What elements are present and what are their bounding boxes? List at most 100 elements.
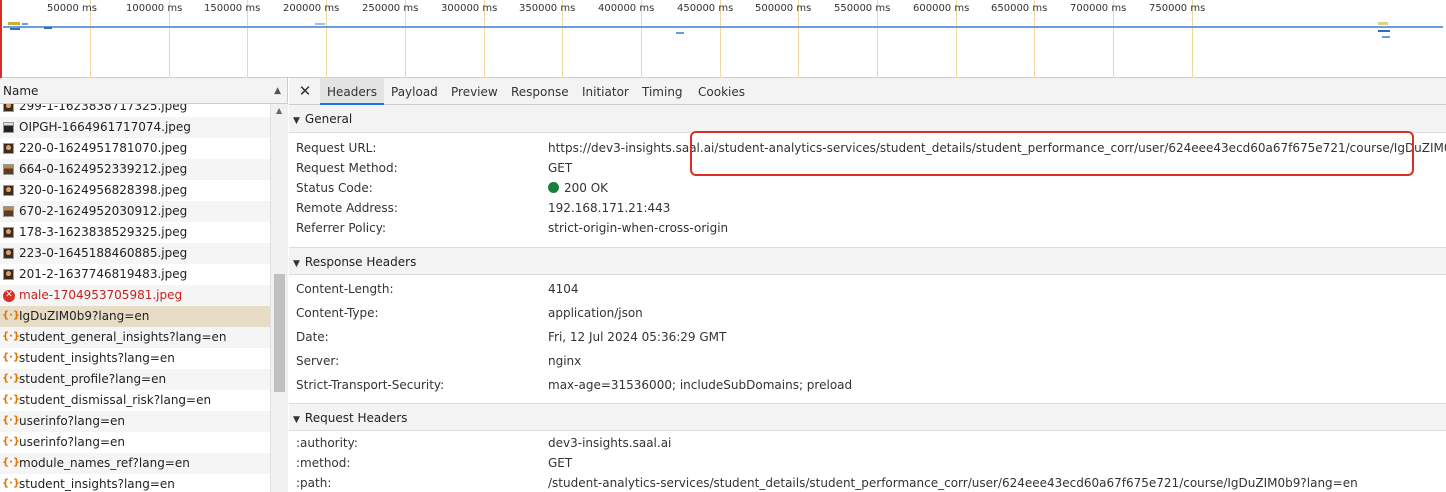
header-value[interactable]: nginx bbox=[548, 349, 581, 373]
tab-cookies[interactable]: Cookies bbox=[691, 78, 752, 105]
request-list-item[interactable]: 664-0-1624952339212.jpeg bbox=[0, 159, 270, 180]
request-list-item[interactable]: {·} module_names_ref?lang=en bbox=[0, 453, 270, 474]
fetch-request-icon: {·} bbox=[2, 415, 21, 426]
expand-triangle-icon: ▼ bbox=[293, 415, 300, 425]
header-name: Server: bbox=[296, 354, 340, 368]
request-list-item[interactable]: {·} student_insights?lang=en bbox=[0, 348, 270, 369]
request-list-scrollbar[interactable]: ▲ bbox=[270, 104, 288, 492]
image-thumbnail-icon bbox=[3, 206, 14, 217]
tab-response[interactable]: Response bbox=[504, 78, 576, 105]
request-list-item[interactable]: 220-0-1624951781070.jpeg bbox=[0, 138, 270, 159]
fetch-request-icon: {·} bbox=[2, 478, 21, 489]
fetch-request-icon: {·} bbox=[2, 457, 21, 468]
timeline-bars bbox=[3, 22, 1443, 38]
header-name: :path: bbox=[296, 476, 332, 490]
request-name: student_insights?lang=en bbox=[19, 477, 175, 491]
request-name: student_profile?lang=en bbox=[19, 372, 167, 386]
request-url-value[interactable]: https://dev3-insights.saal.ai/student-an… bbox=[548, 138, 1446, 158]
header-value[interactable]: GET bbox=[548, 453, 572, 473]
details-tabbar: ✕ Headers Payload Preview Response Initi… bbox=[289, 78, 1446, 105]
request-name: male-1704953705981.jpeg bbox=[19, 288, 183, 302]
image-thumbnail-icon bbox=[3, 227, 14, 238]
request-name: 223-0-1645188460885.jpeg bbox=[19, 246, 188, 260]
response-headers-section-header[interactable]: ▼ Response Headers bbox=[289, 247, 1446, 275]
remote-address-value[interactable]: 192.168.171.21:443 bbox=[548, 198, 670, 218]
request-name: student_insights?lang=en bbox=[19, 351, 175, 365]
request-list-item[interactable]: {·} userinfo?lang=en bbox=[0, 432, 270, 453]
tab-headers[interactable]: Headers bbox=[320, 78, 384, 105]
request-name: 320-0-1624956828398.jpeg bbox=[19, 183, 188, 197]
fetch-request-icon: {·} bbox=[2, 394, 21, 405]
close-icon[interactable]: ✕ bbox=[297, 82, 313, 100]
request-list-item[interactable]: {·} IgDuZIM0b9?lang=en bbox=[0, 306, 270, 327]
header-row: :method: GET bbox=[289, 453, 1446, 473]
header-value[interactable]: max-age=31536000; includeSubDomains; pre… bbox=[548, 373, 852, 397]
name-column-label: Name bbox=[3, 84, 39, 98]
request-list-item[interactable]: 201-2-1637746819483.jpeg bbox=[0, 264, 270, 285]
status-code-label: Status Code: bbox=[296, 181, 373, 195]
request-name: module_names_ref?lang=en bbox=[19, 456, 190, 470]
header-value[interactable]: application/json bbox=[548, 301, 643, 325]
request-name: student_general_insights?lang=en bbox=[19, 330, 227, 344]
request-list-item[interactable]: 223-0-1645188460885.jpeg bbox=[0, 243, 270, 264]
header-name: Content-Length: bbox=[296, 282, 394, 296]
scrollbar-thumb[interactable] bbox=[274, 274, 285, 392]
request-headers-title: Request Headers bbox=[304, 411, 408, 425]
request-list-item[interactable]: {·} student_insights?lang=en bbox=[0, 474, 270, 492]
request-method-row: Request Method: GET bbox=[289, 158, 1446, 178]
header-value[interactable]: Fri, 12 Jul 2024 05:36:29 GMT bbox=[548, 325, 726, 349]
tab-initiator[interactable]: Initiator bbox=[575, 78, 636, 105]
request-list-item[interactable]: 670-2-1624952030912.jpeg bbox=[0, 201, 270, 222]
request-list-item[interactable]: 299-1-1623838717325.jpeg bbox=[0, 104, 270, 117]
header-row: :authority: dev3-insights.saal.ai bbox=[289, 433, 1446, 453]
header-row: Content-Length: 4104 bbox=[289, 277, 1446, 301]
header-value[interactable]: 4104 bbox=[548, 277, 579, 301]
fetch-request-icon: {·} bbox=[2, 310, 21, 321]
tab-timing[interactable]: Timing bbox=[635, 78, 690, 105]
sort-ascending-icon[interactable]: ▲ bbox=[274, 78, 281, 104]
response-headers-title: Response Headers bbox=[304, 255, 417, 269]
expand-triangle-icon: ▼ bbox=[293, 259, 300, 269]
remote-address-label: Remote Address: bbox=[296, 201, 398, 215]
request-list-item[interactable]: {·} userinfo?lang=en bbox=[0, 411, 270, 432]
expand-triangle-icon: ▼ bbox=[293, 116, 300, 126]
request-name: 664-0-1624952339212.jpeg bbox=[19, 162, 188, 176]
name-column-header[interactable]: Name ▲ bbox=[0, 78, 287, 104]
remote-address-row: Remote Address: 192.168.171.21:443 bbox=[289, 198, 1446, 218]
request-list-item[interactable]: {·} student_general_insights?lang=en bbox=[0, 327, 270, 348]
request-list-item[interactable]: ✕ male-1704953705981.jpeg bbox=[0, 285, 270, 306]
headers-view: ▼ General Request URL: https://dev3-insig… bbox=[289, 105, 1446, 492]
request-method-value[interactable]: GET bbox=[548, 158, 572, 178]
header-row: Content-Type: application/json bbox=[289, 301, 1446, 325]
image-thumbnail-icon bbox=[3, 185, 14, 196]
fetch-request-icon: {·} bbox=[2, 331, 21, 342]
request-details-panel: ✕ Headers Payload Preview Response Initi… bbox=[289, 78, 1446, 492]
general-section-header[interactable]: ▼ General bbox=[289, 105, 1446, 133]
request-name: 299-1-1623838717325.jpeg bbox=[19, 104, 188, 113]
status-code-value[interactable]: 200 OK bbox=[564, 181, 608, 195]
header-row: Server: nginx bbox=[289, 349, 1446, 373]
scroll-up-icon[interactable]: ▲ bbox=[276, 106, 282, 115]
header-value[interactable]: dev3-insights.saal.ai bbox=[548, 433, 671, 453]
request-name: userinfo?lang=en bbox=[19, 435, 126, 449]
status-ok-dot-icon bbox=[548, 182, 559, 193]
header-name: :authority: bbox=[296, 436, 358, 450]
tab-payload[interactable]: Payload bbox=[384, 78, 445, 105]
request-list-item[interactable]: 178-3-1623838529325.jpeg bbox=[0, 222, 270, 243]
referrer-policy-row: Referrer Policy: strict-origin-when-cros… bbox=[289, 218, 1446, 238]
request-headers-list: :authority: dev3-insights.saal.ai:method:… bbox=[289, 433, 1446, 492]
request-list-item[interactable]: {·} student_dismissal_risk?lang=en bbox=[0, 390, 270, 411]
request-list-item[interactable]: OIPGH-1664961717074.jpeg bbox=[0, 117, 270, 138]
referrer-policy-value[interactable]: strict-origin-when-cross-origin bbox=[548, 218, 728, 238]
image-thumbnail-icon bbox=[3, 122, 14, 133]
network-overview-timeline[interactable]: 50000 ms 100000 ms 150000 ms 200000 ms 25000… bbox=[0, 0, 1446, 78]
header-row: :path: /student-analytics-services/studen… bbox=[289, 473, 1446, 492]
request-list-item[interactable]: {·} student_profile?lang=en bbox=[0, 369, 270, 390]
header-name: :method: bbox=[296, 456, 351, 470]
header-value[interactable]: /student-analytics-services/student_deta… bbox=[548, 473, 1358, 492]
header-name: Content-Type: bbox=[296, 306, 379, 320]
request-headers-section-header[interactable]: ▼ Request Headers bbox=[289, 403, 1446, 431]
request-name: 178-3-1623838529325.jpeg bbox=[19, 225, 188, 239]
request-list-item[interactable]: 320-0-1624956828398.jpeg bbox=[0, 180, 270, 201]
tab-preview[interactable]: Preview bbox=[444, 78, 505, 105]
